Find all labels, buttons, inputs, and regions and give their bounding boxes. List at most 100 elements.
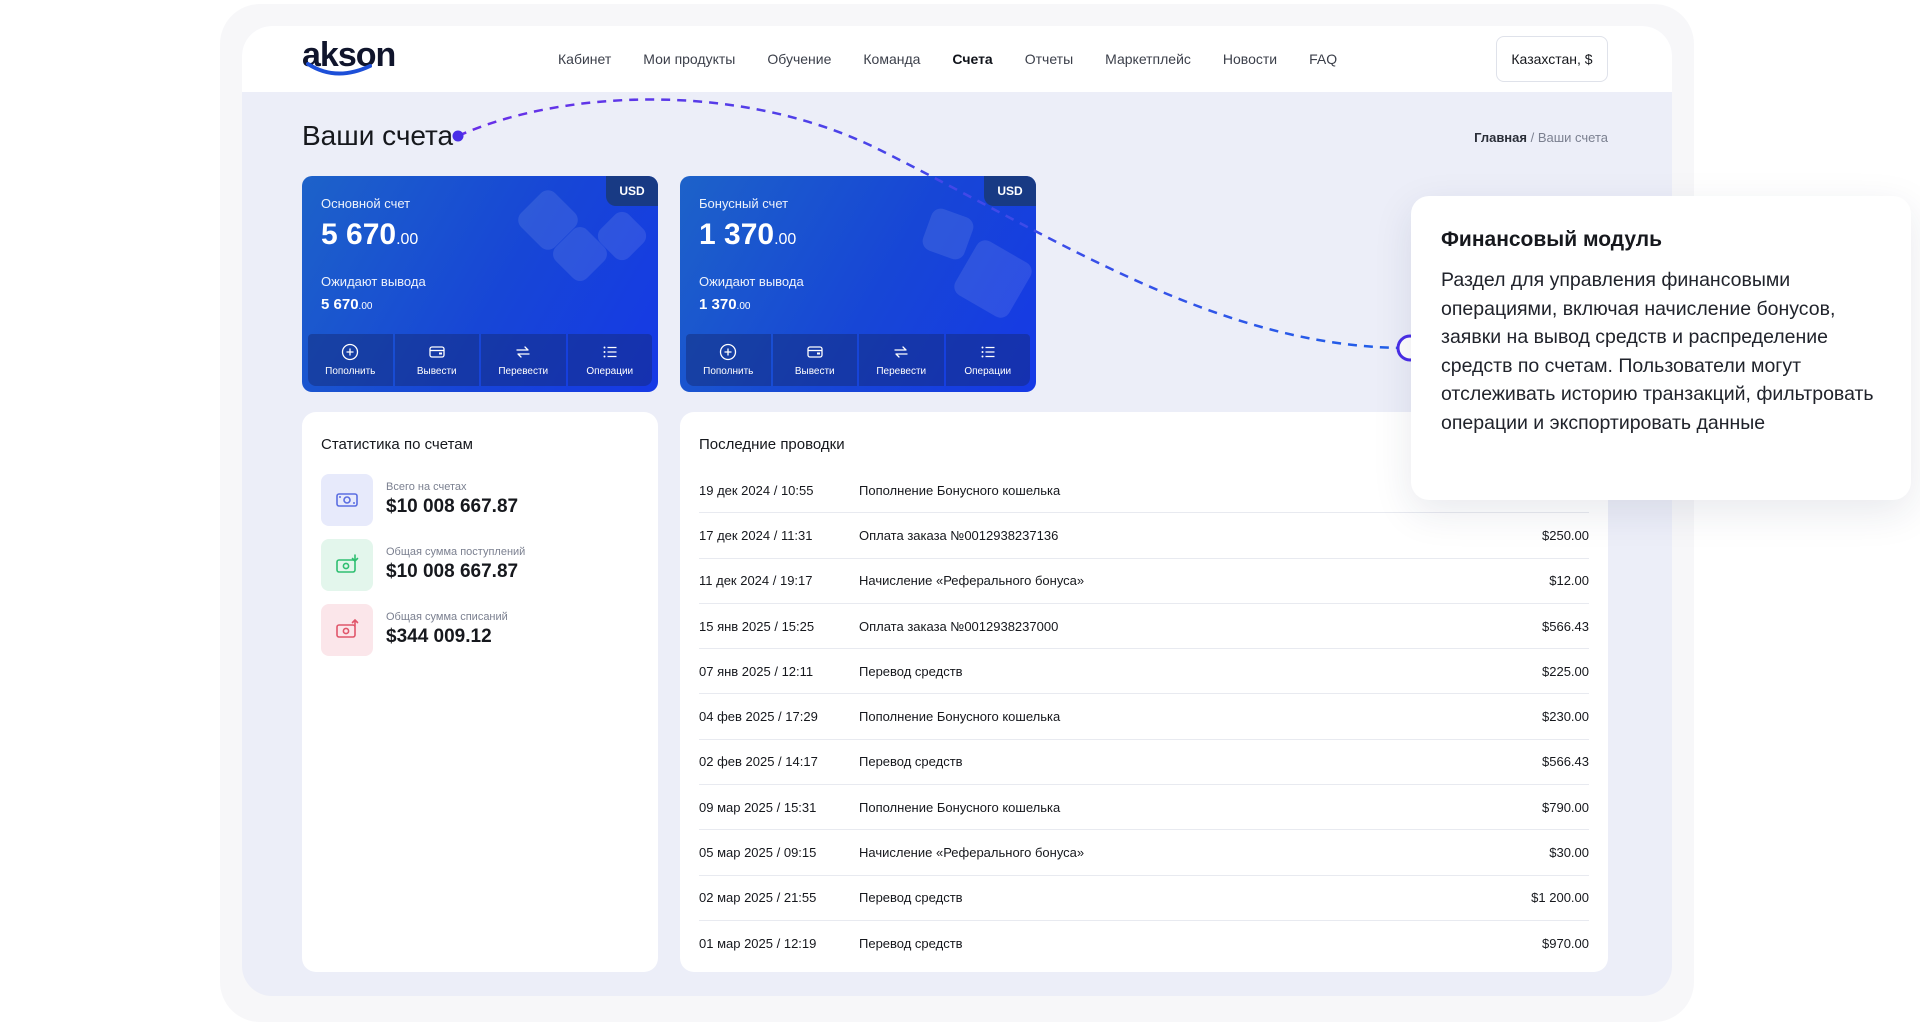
pending-withdrawal-label: Ожидают вывода xyxy=(321,274,426,289)
deposit-button[interactable]: Пополнить xyxy=(686,334,771,386)
tx-description: Перевод средств xyxy=(859,890,963,906)
tx-amount: $566.43 xyxy=(1542,754,1589,770)
callout-body: Раздел для управления финансовыми операц… xyxy=(1441,269,1874,434)
main-account-card: USD Основной счет 5 670.00 Ожидают вывод… xyxy=(302,176,658,392)
table-row[interactable]: 01 мар 2025 / 12:19 Перевод средств $970.0… xyxy=(699,921,1589,966)
logo[interactable]: akson xyxy=(302,36,412,80)
callout-title: Финансовый модуль xyxy=(1441,228,1663,251)
tx-amount: $12.00 xyxy=(1549,573,1589,589)
nav-item-accounts[interactable]: Счета xyxy=(936,51,1008,67)
tx-description: Перевод средств xyxy=(859,936,963,952)
tx-description: Пополнение Бонусного кошелька xyxy=(859,482,1061,498)
nav-item-team[interactable]: Команда xyxy=(847,51,936,67)
pending-withdrawal-label: Ожидают вывода xyxy=(699,274,804,289)
cash-out-icon xyxy=(321,604,373,656)
pending-cents: .00 xyxy=(358,301,373,312)
deposit-label: Пополнить xyxy=(325,366,376,377)
pending-withdrawal-amount: 1 370.00 xyxy=(699,296,750,313)
table-row[interactable]: 02 мар 2025 / 21:55 Перевод средств $1 200… xyxy=(699,876,1589,921)
account-label: Бонусный счет xyxy=(699,196,789,211)
transactions-list: 19 дек 2024 / 10:55 Пополнение Бонусного … xyxy=(699,468,1589,966)
card-icon xyxy=(429,346,445,358)
stat-value: $10 008 667.87 xyxy=(386,561,519,582)
pending-integer: 1 370 xyxy=(699,296,737,313)
nav-item-products[interactable]: Мои продукты xyxy=(627,51,751,67)
operations-label: Операции xyxy=(964,366,1012,377)
region-currency-button[interactable]: Казахстан, $ xyxy=(1496,36,1608,82)
tx-date: 04 фев 2025 / 17:29 xyxy=(699,709,818,725)
app-window: akson Кабинет Мои продукты Обучение Кома… xyxy=(242,26,1672,996)
table-row[interactable]: 02 фев 2025 / 14:17 Перевод средств $566.4… xyxy=(699,740,1589,786)
breadcrumb-home-link[interactable]: Главная xyxy=(1474,130,1527,145)
deposit-button[interactable]: Пополнить xyxy=(308,334,393,386)
account-stats-panel: Статистика по счетам Всего на счетах $10… xyxy=(302,412,658,972)
account-actions: Пополнить Вывести Перевести Операции xyxy=(686,334,1030,386)
withdraw-button[interactable]: Вывести xyxy=(394,334,479,386)
tx-date: 07 янв 2025 / 12:11 xyxy=(699,663,814,679)
tx-date: 09 мар 2025 / 15:31 xyxy=(699,799,817,815)
withdraw-button[interactable]: Вывести xyxy=(772,334,857,386)
main-nav: Кабинет Мои продукты Обучение Команда Сч… xyxy=(542,26,1353,92)
table-row[interactable]: 17 дек 2024 / 11:31 Оплата заказа №001293… xyxy=(699,513,1589,559)
table-row[interactable]: 15 янв 2025 / 15:25 Оплата заказа №001293… xyxy=(699,604,1589,650)
list-icon xyxy=(981,346,995,358)
stat-label: Общая сумма списаний xyxy=(386,611,508,623)
stats-title: Статистика по счетам xyxy=(321,436,473,453)
transactions-title: Последние проводки xyxy=(699,436,845,453)
account-balance: 5 670.00 xyxy=(321,218,418,252)
tx-amount: $30.00 xyxy=(1549,845,1589,861)
currency-badge: USD xyxy=(984,176,1036,206)
list-icon xyxy=(603,346,617,358)
tx-amount: $566.43 xyxy=(1542,618,1589,634)
tx-amount: $970.00 xyxy=(1542,936,1589,952)
tx-amount: $790.00 xyxy=(1542,799,1589,815)
transfer-arrows-icon xyxy=(516,346,530,358)
tx-date: 11 дек 2024 / 19:17 xyxy=(699,573,813,589)
tx-amount: $1 200.00 xyxy=(1531,890,1589,906)
plus-circle-icon xyxy=(720,343,737,361)
tx-description: Перевод средств xyxy=(859,754,963,770)
nav-item-cabinet[interactable]: Кабинет xyxy=(542,51,627,67)
withdraw-label: Вывести xyxy=(416,366,457,377)
nav-item-marketplace[interactable]: Маркетплейс xyxy=(1089,51,1207,67)
table-row[interactable]: 09 мар 2025 / 15:31 Пополнение Бонусного … xyxy=(699,785,1589,831)
transfer-button[interactable]: Перевести xyxy=(481,334,566,386)
transfer-label: Перевести xyxy=(876,366,927,377)
table-row[interactable]: 05 мар 2025 / 09:15 Начисление «Реферальн… xyxy=(699,830,1589,876)
page-title: Ваши счета xyxy=(302,120,454,151)
account-label: Основной счет xyxy=(321,196,411,211)
stat-total-income: Общая сумма поступлений $10 008 667.87 xyxy=(321,539,641,591)
tx-description: Начисление «Реферального бонуса» xyxy=(859,573,1085,589)
operations-label: Операции xyxy=(586,366,634,377)
nav-item-reports[interactable]: Отчеты xyxy=(1009,51,1089,67)
tx-date: 15 янв 2025 / 15:25 xyxy=(699,618,815,634)
nav-item-news[interactable]: Новости xyxy=(1207,51,1293,67)
table-row[interactable]: 04 фев 2025 / 17:29 Пополнение Бонусного … xyxy=(699,694,1589,740)
table-row[interactable]: 07 янв 2025 / 12:11 Перевод средств $225.0… xyxy=(699,649,1589,695)
nav-item-learning[interactable]: Обучение xyxy=(751,51,847,67)
balance-integer: 5 670 xyxy=(321,218,397,251)
card-icon xyxy=(807,346,823,358)
nav-item-faq[interactable]: FAQ xyxy=(1293,51,1353,67)
cash-in-icon xyxy=(321,539,373,591)
stat-total-balance: Всего на счетах $10 008 667.87 xyxy=(321,474,641,526)
table-row[interactable]: 11 дек 2024 / 19:17 Начисление «Реферальн… xyxy=(699,559,1589,604)
stat-label: Всего на счетах xyxy=(386,481,467,493)
operations-button[interactable]: Операции xyxy=(567,334,652,386)
bonus-account-card: USD Бонусный счет 1 370.00 Ожидают вывод… xyxy=(680,176,1036,392)
tx-date: 17 дек 2024 / 11:31 xyxy=(699,527,813,543)
withdraw-label: Вывести xyxy=(794,366,835,377)
tx-amount: $225.00 xyxy=(1542,663,1589,679)
tx-description: Оплата заказа №0012938237136 xyxy=(859,527,1059,543)
tx-amount: $250.00 xyxy=(1542,527,1589,543)
transfer-button[interactable]: Перевести xyxy=(859,334,944,386)
breadcrumb-separator: / xyxy=(1526,130,1538,145)
plus-circle-icon xyxy=(342,343,359,361)
tx-date: 01 мар 2025 / 12:19 xyxy=(699,936,817,952)
stat-total-expenses: Общая сумма списаний $344 009.12 xyxy=(321,604,641,656)
breadcrumb-current: Ваши счета xyxy=(1537,130,1608,145)
account-actions: Пополнить Вывести Перевести Операции xyxy=(308,334,652,386)
tx-description: Пополнение Бонусного кошелька xyxy=(859,799,1061,815)
operations-button[interactable]: Операции xyxy=(945,334,1030,386)
balance-cents: .00 xyxy=(774,231,797,248)
